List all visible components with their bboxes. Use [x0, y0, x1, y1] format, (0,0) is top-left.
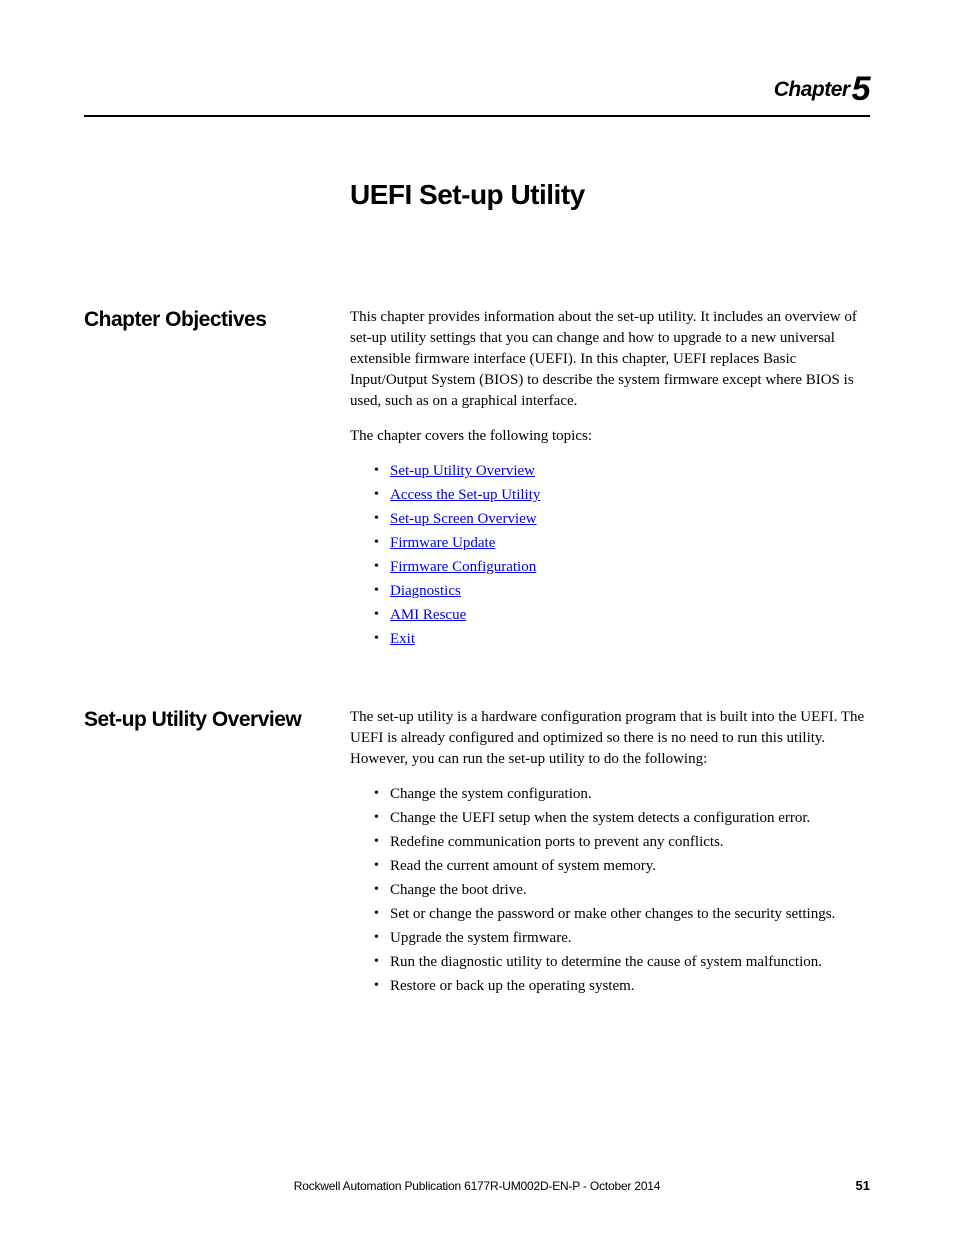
list-item: Firmware Configuration — [374, 557, 870, 578]
list-item: Upgrade the system firmware. — [374, 928, 870, 949]
list-item: Redefine communication ports to prevent … — [374, 832, 870, 853]
link-screen-overview[interactable]: Set-up Screen Overview — [390, 511, 537, 527]
list-item: Run the diagnostic utility to determine … — [374, 952, 870, 973]
link-firmware-config[interactable]: Firmware Configuration — [390, 559, 536, 575]
link-setup-overview[interactable]: Set-up Utility Overview — [390, 463, 535, 479]
overview-p1: The set-up utility is a hardware configu… — [350, 707, 870, 770]
list-item: Set-up Utility Overview — [374, 461, 870, 482]
objectives-p1: This chapter provides information about … — [350, 307, 870, 412]
page-title: UEFI Set-up Utility — [350, 179, 870, 211]
link-access-setup[interactable]: Access the Set-up Utility — [390, 487, 540, 503]
list-item: Diagnostics — [374, 581, 870, 602]
link-firmware-update[interactable]: Firmware Update — [390, 535, 495, 551]
overview-list: Change the system configuration. Change … — [350, 784, 870, 997]
list-item: Change the boot drive. — [374, 880, 870, 901]
link-ami-rescue[interactable]: AMI Rescue — [390, 607, 466, 623]
body-objectives: This chapter provides information about … — [350, 307, 870, 653]
objectives-p2: The chapter covers the following topics: — [350, 426, 870, 447]
section-overview: Set-up Utility Overview The set-up utili… — [84, 707, 870, 1000]
body-overview: The set-up utility is a hardware configu… — [350, 707, 870, 1000]
link-exit[interactable]: Exit — [390, 631, 415, 647]
list-item: Change the UEFI setup when the system de… — [374, 808, 870, 829]
footer-publication: Rockwell Automation Publication 6177R-UM… — [98, 1179, 855, 1193]
list-item: Read the current amount of system memory… — [374, 856, 870, 877]
list-item: Exit — [374, 629, 870, 650]
list-item: Firmware Update — [374, 533, 870, 554]
topics-list: Set-up Utility Overview Access the Set-u… — [350, 461, 870, 650]
footer-page: 51 — [856, 1178, 870, 1193]
heading-objectives: Chapter Objectives — [84, 307, 350, 653]
list-item: AMI Rescue — [374, 605, 870, 626]
chapter-word: Chapter — [774, 78, 850, 101]
footer: 51 Rockwell Automation Publication 6177R… — [84, 1178, 870, 1193]
chapter-header: Chapter5 — [84, 70, 870, 117]
heading-overview: Set-up Utility Overview — [84, 707, 350, 1000]
list-item: Change the system configuration. — [374, 784, 870, 805]
link-diagnostics[interactable]: Diagnostics — [390, 583, 461, 599]
list-item: Access the Set-up Utility — [374, 485, 870, 506]
list-item: Set or change the password or make other… — [374, 904, 870, 925]
list-item: Set-up Screen Overview — [374, 509, 870, 530]
list-item: Restore or back up the operating system. — [374, 976, 870, 997]
section-objectives: Chapter Objectives This chapter provides… — [84, 307, 870, 653]
chapter-number: 5 — [852, 70, 870, 108]
